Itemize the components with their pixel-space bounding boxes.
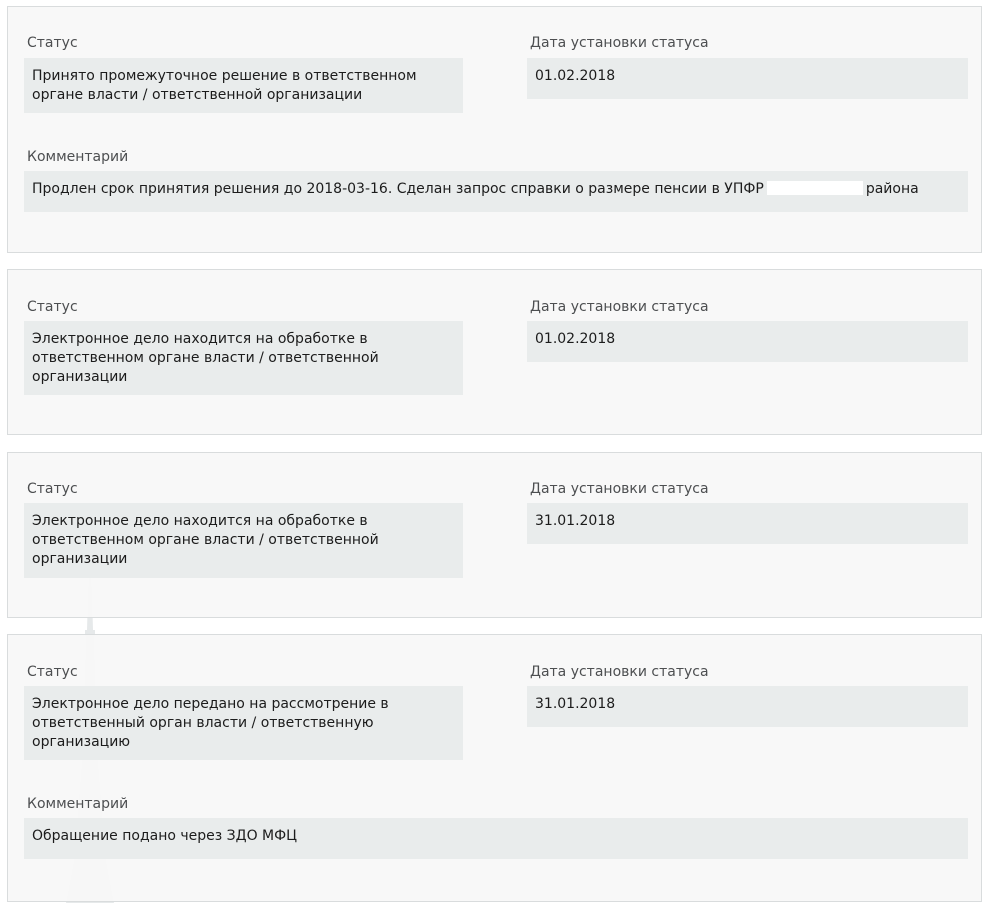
date-value: 01.02.2018 <box>527 58 968 99</box>
comment-value: Продлен срок принятия решения до 2018-03… <box>24 171 968 212</box>
date-value: 31.01.2018 <box>527 686 968 727</box>
status-card: Статус Дата установки статуса Электронно… <box>7 634 982 902</box>
status-value: Электронное дело находится на обработке … <box>24 321 463 395</box>
comment-label: Комментарий <box>27 149 129 165</box>
status-label: Статус <box>27 35 78 51</box>
date-value: 01.02.2018 <box>527 321 968 362</box>
comment-text: Продлен срок принятия решения до 2018-03… <box>32 181 764 197</box>
comment-value: Обращение подано через ЗДО МФЦ <box>24 818 968 859</box>
status-card: Статус Дата установки статуса Электронно… <box>7 269 982 435</box>
comment-label: Комментарий <box>27 796 129 812</box>
date-label: Дата установки статуса <box>530 299 709 315</box>
date-label: Дата установки статуса <box>530 35 709 51</box>
status-label: Статус <box>27 299 78 315</box>
status-value: Электронное дело передано на рассмотрени… <box>24 686 463 760</box>
status-label: Статус <box>27 481 78 497</box>
comment-text-tail: района <box>865 181 919 197</box>
status-value: Электронное дело находится на обработке … <box>24 503 463 578</box>
date-label: Дата установки статуса <box>530 664 709 680</box>
redaction-block <box>766 181 863 195</box>
date-label: Дата установки статуса <box>530 481 709 497</box>
status-card: Статус Дата установки статуса Электронно… <box>7 452 982 618</box>
status-label: Статус <box>27 664 78 680</box>
status-value: Принято промежуточное решение в ответств… <box>24 58 463 113</box>
status-card: Статус Дата установки статуса Принято пр… <box>7 6 982 253</box>
date-value: 31.01.2018 <box>527 503 968 544</box>
